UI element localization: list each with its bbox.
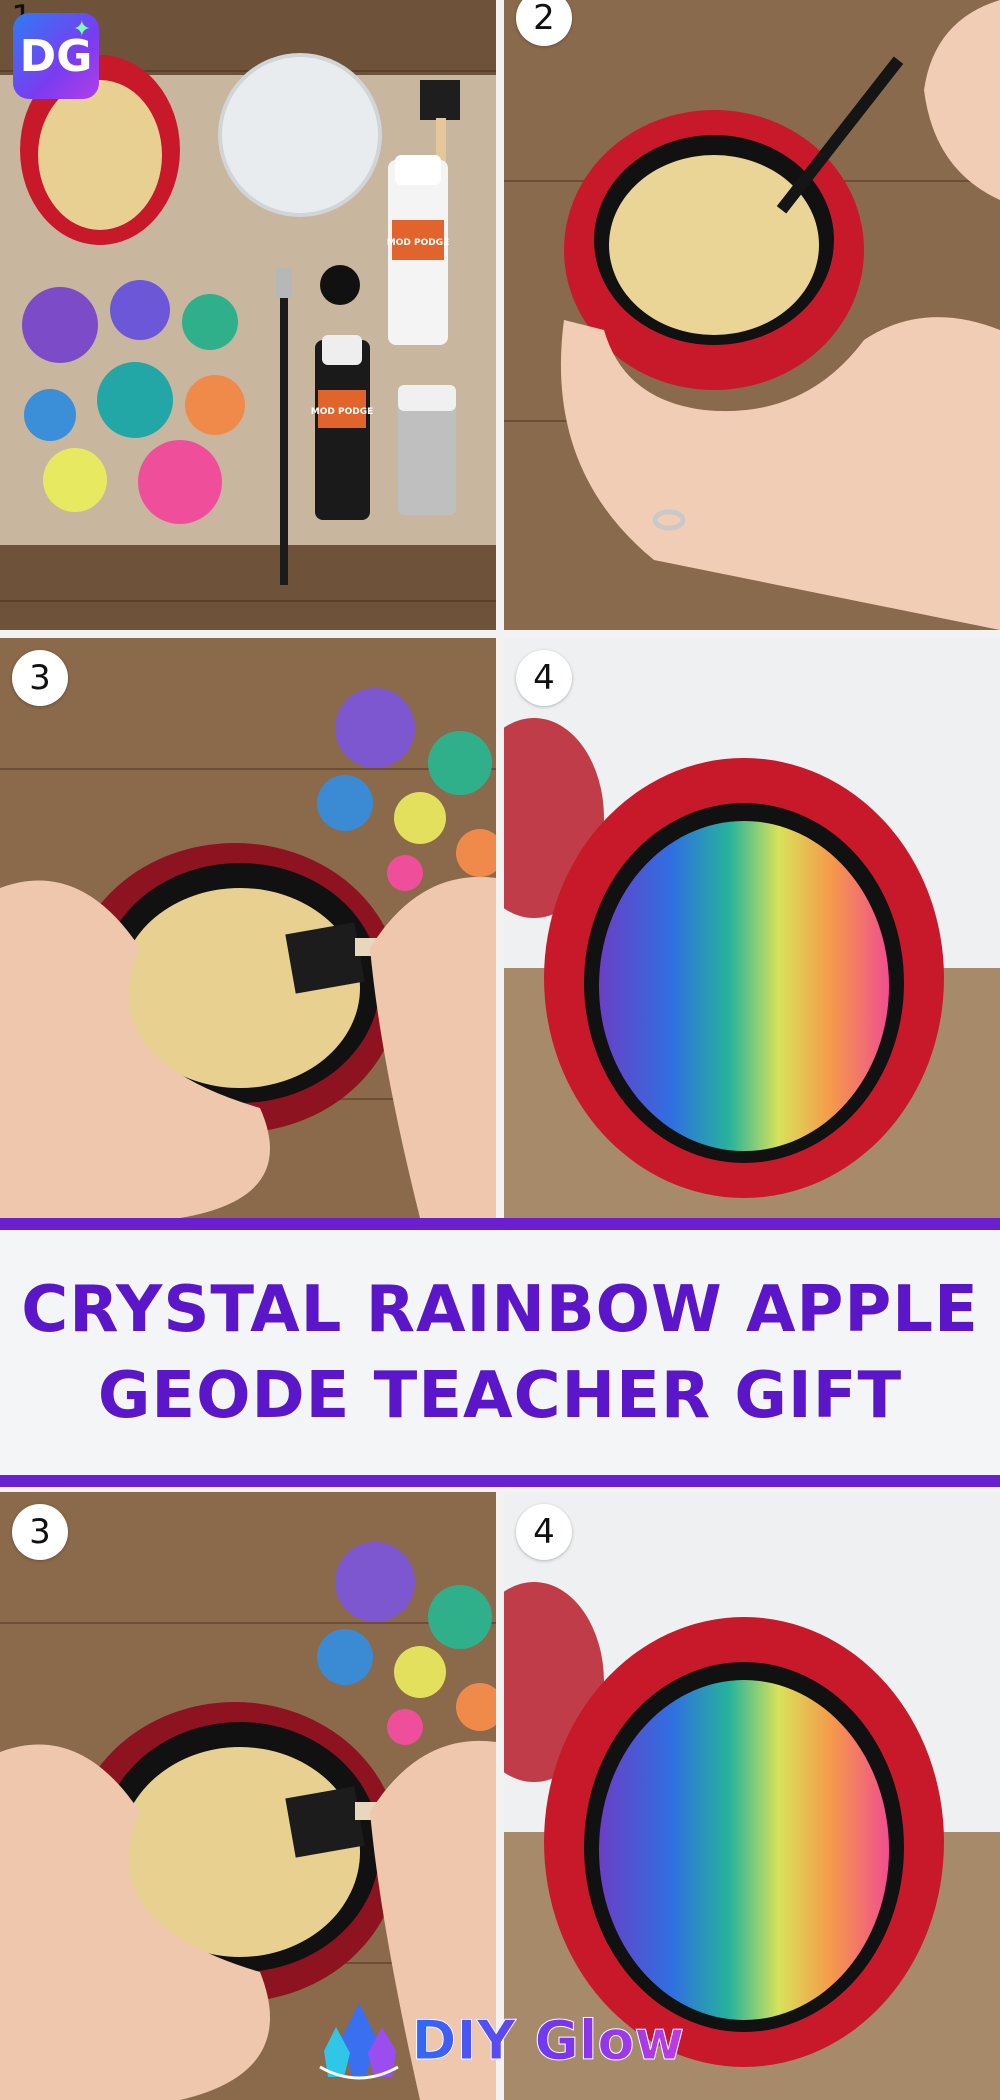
step-2-panel: 2 — [504, 0, 1000, 630]
svg-text:MOD PODGE: MOD PODGE — [311, 407, 373, 417]
title-line-1: CRYSTAL RAINBOW APPLE — [21, 1272, 979, 1347]
paintbrush — [280, 275, 288, 585]
step-number-badge: 4 — [516, 650, 572, 706]
dg-logo: DG ✦ — [13, 13, 99, 99]
step-4-panel: 4 — [504, 638, 1000, 1218]
foam-brush — [285, 922, 365, 994]
crystal-cavity — [599, 821, 889, 1151]
foam-brush — [420, 80, 460, 120]
step-number-badge: 3 — [12, 650, 68, 706]
brand-name: DIY Glow — [411, 2008, 685, 2072]
step-number-badge: 4 — [516, 1504, 572, 1560]
geode-apple-illustration — [504, 638, 1000, 1218]
water-bowl — [218, 53, 382, 217]
step-number-badge: 3 — [12, 1504, 68, 1560]
step-3-panel: 3 — [0, 638, 496, 1218]
bottom-divider — [0, 1475, 1000, 1487]
title-banner: CRYSTAL RAINBOW APPLE GEODE TEACHER GIFT — [0, 1230, 1000, 1475]
sparkle-icon: ✦ — [72, 17, 91, 42]
crystal-icon — [318, 2003, 399, 2080]
top-divider — [0, 1218, 1000, 1230]
title-line-2: GEODE TEACHER GIFT — [97, 1358, 903, 1433]
brand-logo: DIY Glow — [300, 1995, 700, 2085]
seal-illustration — [0, 638, 496, 1218]
paint-rim-illustration — [504, 0, 1000, 630]
svg-text:MOD PODGE: MOD PODGE — [387, 238, 449, 248]
black-bottle — [315, 340, 370, 520]
